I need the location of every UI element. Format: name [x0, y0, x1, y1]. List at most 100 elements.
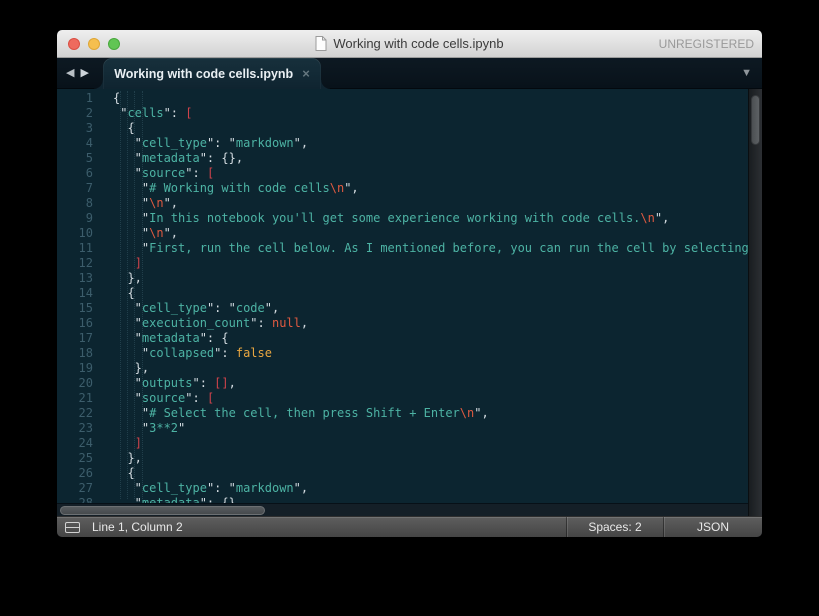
code-text: "\n", — [93, 196, 178, 211]
minimize-window-button[interactable] — [88, 38, 100, 50]
line-number: 2 — [57, 106, 93, 121]
line-number: 21 — [57, 391, 93, 406]
code-line[interactable]: 7 "# Working with code cells\n", — [57, 181, 748, 196]
line-number: 9 — [57, 211, 93, 226]
horizontal-scrollbar-thumb[interactable] — [60, 506, 265, 515]
code-line[interactable]: 13 }, — [57, 271, 748, 286]
code-line[interactable]: 4 "cell_type": "markdown", — [57, 136, 748, 151]
line-number: 5 — [57, 151, 93, 166]
code-line[interactable]: 26 { — [57, 466, 748, 481]
code-line[interactable]: 8 "\n", — [57, 196, 748, 211]
line-number: 18 — [57, 346, 93, 361]
forward-icon[interactable]: ▶ — [80, 68, 88, 79]
code-text: "execution_count": null, — [93, 316, 308, 331]
code-text: "collapsed": false — [93, 346, 272, 361]
code-line[interactable]: 11 "First, run the cell below. As I ment… — [57, 241, 748, 256]
code-text: "First, run the cell below. As I mention… — [93, 241, 748, 256]
document-icon — [315, 36, 327, 51]
code-line[interactable]: 21 "source": [ — [57, 391, 748, 406]
code-text: "cell_type": "code", — [93, 301, 279, 316]
horizontal-scrollbar[interactable] — [57, 503, 748, 516]
code-text: }, — [93, 451, 142, 466]
syntax-label: JSON — [697, 520, 729, 534]
tab-close-icon[interactable]: × — [302, 67, 310, 80]
code-text: "3**2" — [93, 421, 185, 436]
code-line[interactable]: 18 "collapsed": false — [57, 346, 748, 361]
code-text: ] — [93, 436, 142, 451]
line-number: 27 — [57, 481, 93, 496]
line-number: 25 — [57, 451, 93, 466]
line-number: 24 — [57, 436, 93, 451]
line-number: 8 — [57, 196, 93, 211]
code-text: }, — [93, 361, 149, 376]
indentation-menu-button[interactable]: Spaces: 2 — [566, 517, 663, 537]
line-number: 4 — [57, 136, 93, 151]
code-line[interactable]: 17 "metadata": { — [57, 331, 748, 346]
code-editor[interactable]: 1{2 "cells": [3 {4 "cell_type": "markdow… — [57, 89, 748, 503]
code-line[interactable]: 19 }, — [57, 361, 748, 376]
code-line[interactable]: 2 "cells": [ — [57, 106, 748, 121]
close-window-button[interactable] — [68, 38, 80, 50]
chevron-down-icon: ▼ — [741, 67, 752, 79]
line-number: 22 — [57, 406, 93, 421]
code-text: { — [93, 286, 135, 301]
code-line[interactable]: 16 "execution_count": null, — [57, 316, 748, 331]
line-number: 26 — [57, 466, 93, 481]
tab-label: Working with code cells.ipynb — [114, 67, 293, 81]
code-text: "source": [ — [93, 166, 214, 181]
titlebar: Working with code cells.ipynb UNREGISTER… — [57, 30, 762, 58]
line-number: 20 — [57, 376, 93, 391]
license-status-label: UNREGISTERED — [659, 37, 754, 51]
editor-area: 1{2 "cells": [3 {4 "cell_type": "markdow… — [57, 89, 762, 516]
code-line[interactable]: 1{ — [57, 91, 748, 106]
code-text: "metadata": { — [93, 331, 229, 346]
line-number: 23 — [57, 421, 93, 436]
code-line[interactable]: 3 { — [57, 121, 748, 136]
code-text: "\n", — [93, 226, 178, 241]
tab-working-with-code-cells[interactable]: Working with code cells.ipynb × — [103, 58, 321, 89]
code-line[interactable]: 14 { — [57, 286, 748, 301]
code-line[interactable]: 28 "metadata": {}, — [57, 496, 748, 503]
code-line[interactable]: 9 "In this notebook you'll get some expe… — [57, 211, 748, 226]
line-number: 7 — [57, 181, 93, 196]
code-line[interactable]: 25 }, — [57, 451, 748, 466]
traffic-lights — [68, 38, 120, 50]
code-text: }, — [93, 271, 142, 286]
syntax-menu-button[interactable]: JSON — [663, 517, 762, 537]
code-text: "metadata": {}, — [93, 151, 243, 166]
code-line[interactable]: 10 "\n", — [57, 226, 748, 241]
line-number: 17 — [57, 331, 93, 346]
code-text: "cell_type": "markdown", — [93, 136, 308, 151]
code-text: "# Select the cell, then press Shift + E… — [93, 406, 489, 421]
code-text: { — [93, 91, 120, 106]
vertical-scrollbar[interactable] — [748, 89, 762, 516]
line-number: 12 — [57, 256, 93, 271]
code-line[interactable]: 24 ] — [57, 436, 748, 451]
code-text: "In this notebook you'll get some experi… — [93, 211, 669, 226]
line-number: 14 — [57, 286, 93, 301]
line-number: 13 — [57, 271, 93, 286]
code-text: "source": [ — [93, 391, 214, 406]
code-text: { — [93, 121, 135, 136]
tab-overflow-menu-button[interactable]: ▼ — [741, 58, 752, 88]
code-line[interactable]: 27 "cell_type": "markdown", — [57, 481, 748, 496]
code-line[interactable]: 6 "source": [ — [57, 166, 748, 181]
code-line[interactable]: 12 ] — [57, 256, 748, 271]
line-number: 16 — [57, 316, 93, 331]
code-line[interactable]: 23 "3**2" — [57, 421, 748, 436]
code-line[interactable]: 15 "cell_type": "code", — [57, 301, 748, 316]
code-line[interactable]: 20 "outputs": [], — [57, 376, 748, 391]
line-number: 15 — [57, 301, 93, 316]
code-line[interactable]: 5 "metadata": {}, — [57, 151, 748, 166]
back-icon[interactable]: ◀ — [66, 68, 74, 79]
line-number: 19 — [57, 361, 93, 376]
line-number: 6 — [57, 166, 93, 181]
line-number: 1 — [57, 91, 93, 106]
code-line[interactable]: 22 "# Select the cell, then press Shift … — [57, 406, 748, 421]
vertical-scrollbar-thumb[interactable] — [751, 95, 760, 145]
code-text: "metadata": {}, — [93, 496, 243, 503]
zoom-window-button[interactable] — [108, 38, 120, 50]
panel-toggle-icon[interactable] — [65, 522, 80, 533]
statusbar: Line 1, Column 2 Spaces: 2 JSON — [57, 516, 762, 537]
code-text: "cell_type": "markdown", — [93, 481, 308, 496]
